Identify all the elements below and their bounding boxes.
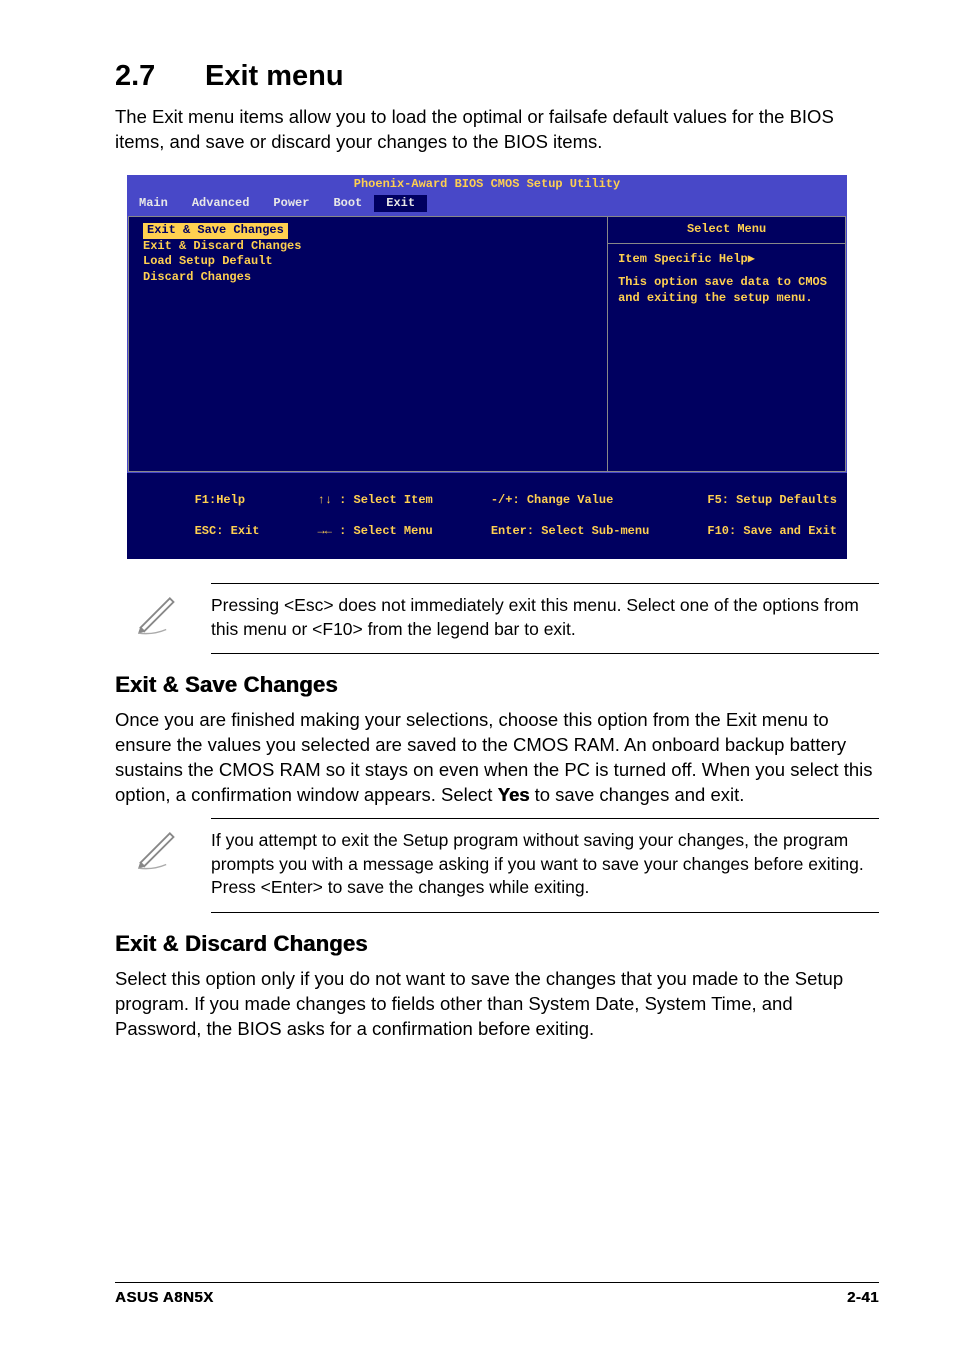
para-exit-save: Once you are finished making your select…	[115, 708, 879, 808]
bios-key-select-item: : Select Item	[339, 493, 433, 507]
bios-tab-boot[interactable]: Boot	[321, 195, 374, 213]
bios-left-pane: Exit & Save Changes Exit & Discard Chang…	[128, 216, 607, 472]
bios-help-body: This option save data to CMOS and exitin…	[618, 275, 835, 306]
bios-key-f10: F10: Save and Exit	[707, 524, 837, 538]
bios-key-enter: Enter: Select Sub-menu	[491, 524, 649, 538]
page-footer: ASUS A8N5X 2-41	[115, 1282, 879, 1306]
footer-right: 2-41	[847, 1289, 879, 1306]
bios-tab-advanced[interactable]: Advanced	[180, 195, 262, 213]
heading-title: Exit menu	[205, 60, 344, 92]
bios-tabs: Main Advanced Power Boot Exit	[127, 195, 847, 215]
bios-item-exit-save[interactable]: Exit & Save Changes	[143, 223, 288, 239]
heading-number: 2.7	[115, 60, 205, 93]
note-text-1: Pressing <Esc> does not immediately exit…	[211, 583, 879, 654]
pencil-note-icon	[135, 818, 183, 875]
updown-arrows-icon: ↑↓	[318, 493, 340, 507]
bios-item-discard[interactable]: Discard Changes	[143, 270, 593, 286]
heading-exit-save: Exit & Save Changes	[115, 672, 879, 698]
yes-word: Yes	[498, 784, 530, 805]
pencil-note-icon	[135, 583, 183, 640]
bios-tab-exit[interactable]: Exit	[374, 195, 427, 213]
note-block-1: Pressing <Esc> does not immediately exit…	[135, 583, 879, 654]
bios-item-load-default[interactable]: Load Setup Default	[143, 254, 593, 270]
bios-screenshot: Phoenix-Award BIOS CMOS Setup Utility Ma…	[127, 175, 847, 559]
bios-tab-power[interactable]: Power	[261, 195, 321, 213]
bios-tab-main[interactable]: Main	[127, 195, 180, 213]
note-text-2: If you attempt to exit the Setup program…	[211, 818, 879, 913]
bios-key-select-menu: : Select Menu	[339, 524, 433, 538]
bios-key-change: -/+: Change Value	[491, 493, 613, 507]
leftright-arrows-icon: →←	[318, 524, 340, 538]
bios-key-f1: F1:Help	[195, 493, 245, 507]
bios-title: Phoenix-Award BIOS CMOS Setup Utility	[127, 175, 847, 195]
triangle-right-icon: ▶	[748, 252, 755, 266]
bios-item-exit-discard[interactable]: Exit & Discard Changes	[143, 239, 593, 255]
bios-key-esc: ESC: Exit	[195, 524, 260, 538]
bios-key-f5: F5: Setup Defaults	[707, 493, 837, 507]
page-heading: 2.7Exit menu	[115, 60, 879, 93]
bios-footer: F1:Help ESC: Exit ↑↓ : Select Item →← : …	[127, 473, 847, 559]
para-exit-discard: Select this option only if you do not wa…	[115, 967, 879, 1042]
bios-right-title: Select Menu	[608, 217, 845, 244]
bios-help-label: Item Specific Help▶	[618, 252, 835, 268]
bios-right-pane: Select Menu Item Specific Help▶ This opt…	[607, 216, 846, 472]
footer-left: ASUS A8N5X	[115, 1289, 214, 1306]
heading-exit-discard: Exit & Discard Changes	[115, 931, 879, 957]
note-block-2: If you attempt to exit the Setup program…	[135, 818, 879, 913]
intro-paragraph: The Exit menu items allow you to load th…	[115, 105, 879, 155]
